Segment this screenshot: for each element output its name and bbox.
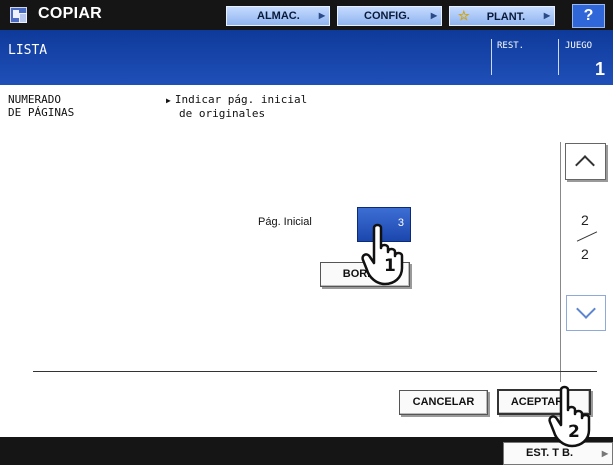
setting-name-line1: NUMERADO (8, 93, 61, 106)
current-page: 2 (581, 212, 589, 228)
almac-label: ALMAC. (257, 10, 300, 22)
total-pages: 2 (581, 246, 589, 262)
chevron-down-icon (576, 299, 596, 319)
config-label: CONFIG. (364, 10, 410, 22)
instruction: ▶ Indicar pág. inicial de originales (166, 93, 307, 120)
rest-label: REST. (497, 41, 525, 51)
triangle-right-icon: ▶ (430, 11, 437, 20)
pointing-hand-icon: 1 (361, 223, 404, 286)
page-separator (576, 231, 598, 242)
scroll-up-button[interactable] (565, 143, 606, 180)
pointing-hand-icon: 2 (548, 385, 591, 448)
triangle-right-icon: ▶ (543, 11, 550, 20)
cancel-button[interactable]: CANCELAR (399, 390, 488, 415)
start-page-label: Pág. Inicial (258, 216, 312, 228)
app-title: COPIAR (38, 5, 103, 22)
step-number-2: 2 (568, 422, 580, 442)
divider (491, 39, 492, 75)
setting-name-line2: DE PÁGINAS (8, 106, 75, 119)
triangle-right-icon: ▶ (318, 11, 325, 20)
page-title: LISTA (8, 43, 48, 58)
juego-label: JUEGO (565, 41, 593, 51)
divider (558, 39, 559, 75)
list-header: LISTA REST. JUEGO 1 (0, 30, 613, 85)
separator-line (33, 371, 597, 372)
juego-value: 1 (595, 59, 606, 79)
scroll-down-button[interactable] (566, 295, 606, 331)
top-bar: COPIAR ALMAC. ▶ CONFIG. ▶ ☆ PLANT. ▶ ? (0, 0, 613, 30)
instruction-line2: de originales (179, 107, 266, 120)
copier-icon (10, 7, 27, 23)
triangle-bullet-icon: ▶ (166, 96, 171, 105)
instruction-line1: Indicar pág. inicial (174, 93, 308, 106)
star-icon: ☆ (458, 8, 470, 23)
plant-label: PLANT. (486, 11, 526, 23)
job-status-label: EST. T B. (526, 447, 574, 459)
setting-name: NUMERADO DE PÁGINAS (8, 93, 74, 119)
help-button[interactable]: ? (572, 4, 605, 28)
config-button[interactable]: CONFIG. ▶ (337, 6, 442, 26)
chevron-up-icon (575, 155, 595, 175)
plant-button[interactable]: ☆ PLANT. ▶ (449, 6, 555, 26)
almac-button[interactable]: ALMAC. ▶ (226, 6, 330, 26)
scroll-divider (560, 142, 561, 382)
step-number-1: 1 (384, 256, 396, 276)
triangle-right-icon: ▶ (601, 449, 608, 458)
